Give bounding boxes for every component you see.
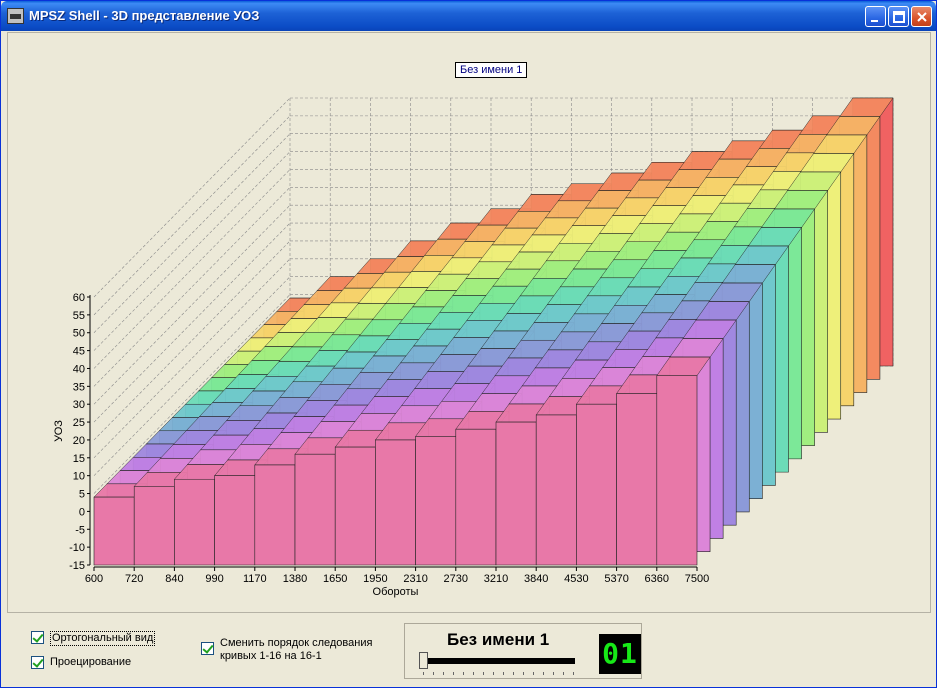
y-tick-label: 15 [73, 453, 85, 465]
surface-bar [174, 478, 215, 566]
y-tick-label: 60 [73, 292, 85, 304]
y-tick-label: 0 [79, 506, 85, 518]
surface-bar [214, 475, 256, 566]
x-tick-label: 3840 [524, 573, 548, 585]
title-bar[interactable]: MPSZ Shell - 3D представление УОЗ [1, 1, 936, 31]
y-tick-label: 40 [73, 363, 85, 375]
surface-bar [616, 393, 658, 566]
surface-bar [133, 486, 175, 566]
y-tick-label: 30 [73, 399, 85, 411]
x-tick-label: 2310 [403, 573, 427, 585]
swap-order-label-line1: Сменить порядок следования [220, 637, 373, 649]
x-tick-label: 840 [165, 573, 183, 585]
ortho-view-checkmark[interactable] [31, 631, 44, 644]
close-button[interactable] [911, 6, 932, 27]
x-tick-label: 600 [85, 573, 103, 585]
projection-checkbox[interactable]: Проецирование [31, 656, 131, 669]
surface-bar [93, 496, 135, 566]
y-tick-label: 55 [73, 310, 85, 322]
grid-line [93, 97, 291, 298]
x-tick-label: 7500 [685, 573, 709, 585]
chart-3d-area[interactable]: 60 55 50 45 40 35 30 25 20 15 10 5 0 -5 -10 -15 УОЗ 600 72… [7, 32, 931, 613]
maximize-button[interactable] [888, 6, 909, 27]
swap-order-label-line2: кривых 1-16 на 16-1 [220, 650, 322, 662]
x-tick-label: 1650 [323, 573, 347, 585]
y-tick-label: 5 [79, 489, 85, 501]
x-tick-label: 5370 [604, 573, 628, 585]
surface-bar [254, 464, 296, 566]
surface-bar [535, 414, 577, 566]
minimize-button[interactable] [865, 6, 886, 27]
grid-line [93, 151, 291, 351]
maximize-icon [893, 11, 905, 23]
window-title: MPSZ Shell - 3D представление УОЗ [29, 8, 260, 23]
x-tick-label: 1380 [283, 573, 307, 585]
x-tick-label: 2730 [444, 573, 468, 585]
app-icon[interactable] [7, 8, 24, 24]
grid-line [93, 133, 291, 333]
y-tick-label: 20 [73, 435, 85, 447]
x-tick-label: 3210 [484, 573, 508, 585]
main-window: MPSZ Shell - 3D представление УОЗ 60 55 50… [0, 0, 937, 688]
close-icon [917, 12, 927, 22]
y-axis-label: УОЗ [53, 420, 65, 442]
curve-slider-thumb[interactable] [419, 652, 428, 669]
surface-bar [294, 453, 336, 566]
uoz-3d-chart: 605550454035302520151050-5-10-15УОЗ600 72… [53, 97, 894, 598]
x-axis-label: Обороты [373, 586, 419, 598]
surface-bar [375, 439, 416, 566]
curve-name-title: Без имени 1 [447, 630, 550, 649]
surface-bar [455, 428, 497, 566]
x-tick-label: 720 [125, 573, 143, 585]
grid-line [93, 115, 291, 316]
surface-bar [334, 446, 376, 566]
curve-number-display: 01 [599, 634, 641, 674]
swap-order-checkbox[interactable]: Сменить порядок следования кривых 1-16 н… [201, 637, 372, 663]
curve-selector-panel: Без имени 1 01 [404, 623, 642, 679]
x-tick-label: 1950 [363, 573, 387, 585]
y-tick-label: -10 [69, 542, 85, 554]
bottom-controls: Ортогональный вид Проецирование Сменить … [7, 615, 931, 685]
y-tick-label: -5 [75, 524, 85, 536]
x-tick-label: 4530 [564, 573, 588, 585]
minimize-icon [871, 20, 878, 22]
projection-label[interactable]: Проецирование [50, 656, 131, 669]
ortho-view-label[interactable]: Ортогональный вид [50, 631, 156, 646]
curve-slider-ticks [423, 672, 575, 675]
y-tick-label: 25 [73, 417, 85, 429]
curve-slider-track[interactable] [423, 658, 575, 664]
swap-order-checkmark[interactable] [201, 642, 214, 655]
surface-bar [656, 375, 698, 566]
y-tick-label: 35 [73, 381, 85, 393]
chart-legend-label: Без имени 1 [455, 62, 528, 78]
swap-order-label[interactable]: Сменить порядок следования кривых 1-16 н… [220, 637, 372, 663]
y-tick-label: 50 [73, 328, 85, 340]
y-tick-label: 45 [73, 346, 85, 358]
surface-bar [576, 403, 617, 566]
x-tick-label: 1170 [243, 573, 267, 585]
surface-bar [415, 436, 457, 566]
x-tick-label: 990 [205, 573, 223, 585]
y-tick-label: 10 [73, 471, 85, 483]
y-tick-label: -15 [69, 560, 85, 572]
ortho-view-checkbox[interactable]: Ортогональный вид [31, 631, 156, 646]
projection-checkmark[interactable] [31, 656, 44, 669]
x-tick-label: 6360 [645, 573, 669, 585]
surface-bar [495, 421, 537, 566]
